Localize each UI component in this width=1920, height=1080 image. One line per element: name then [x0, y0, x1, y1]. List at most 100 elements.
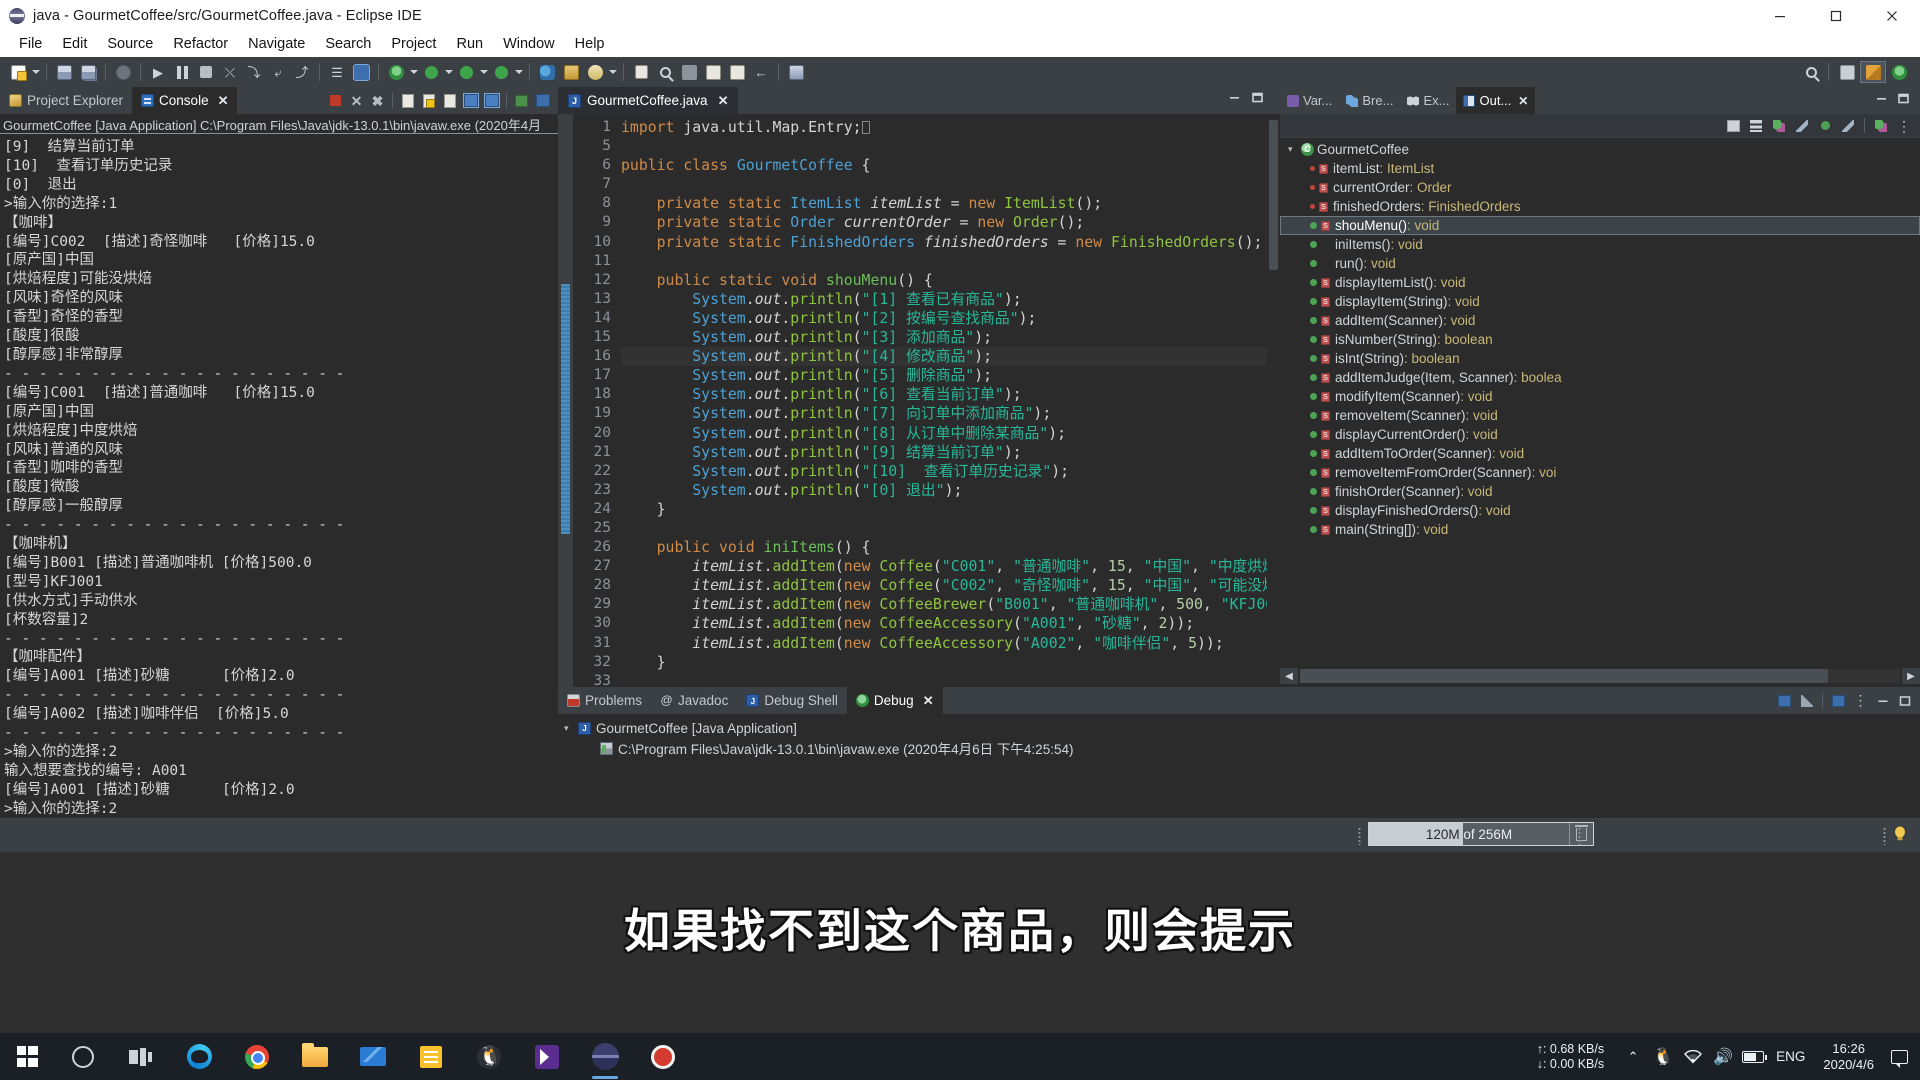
menu-help[interactable]: Help	[565, 34, 615, 54]
open-console-icon[interactable]	[482, 91, 501, 110]
view-menu-icon[interactable]	[533, 91, 552, 110]
previous-annotation-icon[interactable]	[725, 60, 749, 84]
open-type-icon[interactable]	[629, 60, 653, 84]
menu-navigate[interactable]: Navigate	[238, 34, 315, 54]
step-over-icon[interactable]: ⤶	[266, 60, 290, 84]
debug-maximize-button[interactable]	[1895, 691, 1914, 710]
outline-item-4[interactable]: iniItems() : void	[1280, 235, 1920, 254]
maximize-button[interactable]	[1808, 0, 1864, 31]
tab-variables[interactable]: Var...	[1280, 87, 1339, 114]
pin-console-icon[interactable]	[440, 91, 459, 110]
outline-item-7[interactable]: SdisplayItem(String) : void	[1280, 292, 1920, 311]
outline-item-10[interactable]: SisInt(String) : boolean	[1280, 349, 1920, 368]
view-menu-icon[interactable]: ⋮	[1894, 116, 1914, 136]
filters-icon[interactable]	[1797, 691, 1816, 710]
close-icon[interactable]: ✕	[718, 93, 729, 109]
scroll-left-icon[interactable]: ◀	[1280, 668, 1298, 684]
outline-item-5[interactable]: run() : void	[1280, 254, 1920, 273]
remove-all-terminated-icon[interactable]: ✖	[368, 91, 387, 110]
outline-item-6[interactable]: SdisplayItemList() : void	[1280, 273, 1920, 292]
outline-item-15[interactable]: SaddItemToOrder(Scanner) : void	[1280, 444, 1920, 463]
terminate-icon[interactable]	[326, 91, 345, 110]
lightbulb-icon[interactable]	[1894, 826, 1906, 842]
step-return-icon[interactable]: ⤴	[290, 60, 314, 84]
coverage-dropdown-icon[interactable]	[513, 60, 524, 84]
open-perspective-icon[interactable]	[1834, 61, 1860, 83]
file-explorer-button[interactable]	[286, 1033, 344, 1080]
chevron-down-icon[interactable]: ▾	[1288, 144, 1301, 155]
outline-item-16[interactable]: SremoveItemFromOrder(Scanner) : voi	[1280, 463, 1920, 482]
show-console-icon[interactable]	[1775, 691, 1794, 710]
tab-expressions[interactable]: Ex...	[1400, 87, 1456, 114]
tab-project-explorer[interactable]: Project Explorer	[0, 87, 132, 114]
tab-breakpoints[interactable]: Bre...	[1339, 87, 1400, 114]
tab-console[interactable]: Console ✕	[132, 87, 238, 114]
edge-browser-button[interactable]	[170, 1033, 228, 1080]
resume-icon[interactable]: ▶	[146, 60, 170, 84]
toggle-markers-icon[interactable]: ☰	[325, 60, 349, 84]
scrollbar-track[interactable]	[1300, 669, 1900, 683]
run-gc-button[interactable]	[1569, 823, 1593, 845]
outline-item-11[interactable]: SaddItemJudge(Item, Scanner) : boolea	[1280, 368, 1920, 387]
tab-problems[interactable]: Problems	[558, 687, 651, 714]
new-class-icon[interactable]	[583, 60, 607, 84]
outline-item-14[interactable]: SdisplayCurrentOrder() : void	[1280, 425, 1920, 444]
outline-item-17[interactable]: SfinishOrder(Scanner) : void	[1280, 482, 1920, 501]
suspend-icon[interactable]	[170, 60, 194, 84]
menu-search[interactable]: Search	[315, 34, 381, 54]
show-hidden-icons-button[interactable]: ⌃	[1618, 1033, 1648, 1080]
outline-item-2[interactable]: SfinishedOrders : FinishedOrders	[1280, 197, 1920, 216]
outline-item-0[interactable]: SitemList : ItemList	[1280, 159, 1920, 178]
menu-file[interactable]: File	[9, 34, 52, 54]
debug-dropdown-icon[interactable]	[443, 60, 454, 84]
outline-horizontal-scrollbar[interactable]: ◀ ▶	[1280, 665, 1920, 687]
new-wizard-dropdown-icon[interactable]	[30, 60, 41, 84]
hide-non-public-icon[interactable]	[1815, 116, 1835, 136]
new-class-dropdown-icon[interactable]	[607, 60, 618, 84]
mail-app-button[interactable]	[344, 1033, 402, 1080]
quick-access-search-icon[interactable]	[1799, 60, 1823, 84]
editor-area[interactable]: 1 5 6 7 8 9 10 11 12 13 14 15 16 17 18 19 20 21 22 23 24 25 26…	[558, 114, 1280, 687]
step-into-icon[interactable]: ⤵	[242, 60, 266, 84]
close-icon[interactable]: ✕	[923, 693, 934, 709]
editor-minimize-button[interactable]	[1228, 91, 1241, 109]
close-icon[interactable]: ✕	[1518, 94, 1528, 108]
new-java-project-icon[interactable]	[535, 60, 559, 84]
cortana-search-button[interactable]	[54, 1033, 112, 1080]
menu-source[interactable]: Source	[97, 34, 163, 54]
new-wizard-icon[interactable]	[6, 60, 30, 84]
scroll-lock-icon[interactable]	[419, 91, 438, 110]
view-menu-icon[interactable]: ⋮	[1851, 691, 1870, 710]
memory-bar[interactable]: 120M of 256M	[1369, 823, 1569, 845]
new-package-icon[interactable]	[559, 60, 583, 84]
editor-vertical-scrollbar[interactable]	[1267, 114, 1280, 687]
tab-gourmetcoffee-java[interactable]: J GourmetCoffee.java ✕	[558, 87, 739, 114]
toggle-breakpoint-icon[interactable]	[349, 60, 373, 84]
heap-status[interactable]: 120M of 256M	[1368, 822, 1594, 846]
menu-edit[interactable]: Edit	[52, 34, 97, 54]
outline-item-8[interactable]: SaddItem(Scanner) : void	[1280, 311, 1920, 330]
outline-item-1[interactable]: ScurrentOrder : Order	[1280, 178, 1920, 197]
hide-fields-icon[interactable]	[1769, 116, 1789, 136]
tab-debug[interactable]: Debug ✕	[846, 687, 943, 714]
terminate-icon[interactable]	[194, 60, 218, 84]
wifi-button[interactable]	[1678, 1033, 1708, 1080]
remove-launch-icon[interactable]: ✕	[347, 91, 366, 110]
pin-icon[interactable]	[1829, 691, 1848, 710]
debug-tree-row-1[interactable]: C:\Program Files\Java\jdk-13.0.1\bin\jav…	[564, 738, 1920, 758]
run-dropdown-icon[interactable]	[478, 60, 489, 84]
menu-project[interactable]: Project	[381, 34, 446, 54]
back-icon[interactable]: ←	[749, 60, 773, 84]
debug-tree-row-0[interactable]: ▾ J GourmetCoffee [Java Application]	[564, 718, 1920, 738]
task-view-button[interactable]	[112, 1033, 170, 1080]
next-annotation-icon[interactable]	[701, 60, 725, 84]
volume-button[interactable]: 🔊	[1708, 1033, 1738, 1080]
menu-window[interactable]: Window	[493, 34, 565, 54]
coverage-icon[interactable]	[489, 60, 513, 84]
tab-outline[interactable]: Out... ✕	[1456, 87, 1536, 114]
clear-console-icon[interactable]	[398, 91, 417, 110]
outline-item-9[interactable]: SisNumber(String) : boolean	[1280, 330, 1920, 349]
debug-minimize-button[interactable]	[1873, 691, 1892, 710]
close-button[interactable]	[1864, 0, 1920, 31]
editor-annotation-ruler[interactable]	[558, 114, 573, 687]
